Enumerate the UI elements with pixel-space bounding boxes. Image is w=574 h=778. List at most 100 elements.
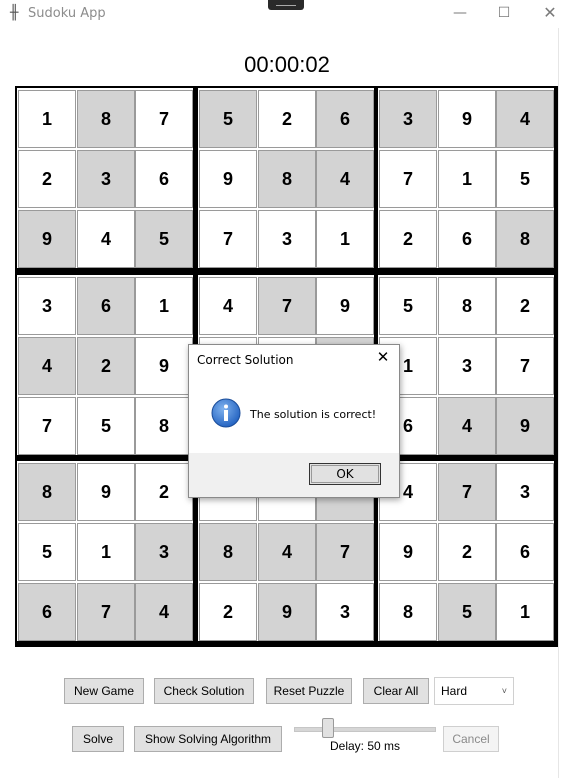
title-bar[interactable]: ╫ Sudoku App — ☐ ✕ — [0, 0, 574, 28]
sudoku-cell[interactable]: 9 — [135, 337, 193, 395]
sudoku-cell[interactable]: 7 — [18, 397, 76, 455]
sudoku-cell[interactable]: 2 — [199, 583, 257, 641]
sudoku-cell[interactable]: 2 — [496, 277, 554, 335]
sudoku-cell[interactable]: 2 — [135, 463, 193, 521]
show-solving-algorithm-button[interactable]: Show Solving Algorithm — [134, 726, 282, 752]
sudoku-cell[interactable]: 6 — [18, 583, 76, 641]
sudoku-cell[interactable]: 9 — [18, 210, 76, 268]
cancel-button[interactable]: Cancel — [443, 726, 499, 752]
sudoku-cell[interactable]: 1 — [316, 210, 374, 268]
solve-button[interactable]: Solve — [72, 726, 124, 752]
sudoku-cell[interactable]: 4 — [316, 150, 374, 208]
sudoku-cell[interactable]: 4 — [77, 210, 135, 268]
drag-handle-icon[interactable] — [268, 0, 304, 10]
sudoku-block: 361 429 758 — [15, 273, 195, 457]
sudoku-cell[interactable]: 1 — [135, 277, 193, 335]
sudoku-cell[interactable]: 5 — [438, 583, 496, 641]
sudoku-cell[interactable]: 8 — [379, 583, 437, 641]
sudoku-block: 582137649 — [376, 273, 556, 457]
sudoku-cell[interactable]: 1 — [438, 150, 496, 208]
sudoku-cell[interactable]: 7 — [496, 337, 554, 395]
sudoku-cell[interactable]: 9 — [199, 150, 257, 208]
sudoku-cell[interactable]: 4 — [135, 583, 193, 641]
sudoku-cell[interactable]: 1 — [18, 90, 76, 148]
sudoku-cell[interactable]: 7 — [77, 583, 135, 641]
sudoku-cell[interactable]: 3 — [258, 210, 316, 268]
delay-label: Delay: 50 ms — [330, 739, 401, 753]
sudoku-cell[interactable]: 8 — [135, 397, 193, 455]
sudoku-cell[interactable]: 6 — [438, 210, 496, 268]
minimize-button[interactable]: — — [440, 2, 480, 24]
sudoku-cell[interactable]: 5 — [199, 90, 257, 148]
sudoku-cell[interactable]: 8 — [18, 463, 76, 521]
sudoku-cell[interactable]: 4 — [438, 397, 496, 455]
sudoku-block: 892 513 674 — [15, 459, 195, 643]
sudoku-cell[interactable]: 8 — [77, 90, 135, 148]
maximize-button[interactable]: ☐ — [484, 2, 524, 24]
sudoku-cell[interactable]: 7 — [316, 523, 374, 581]
sudoku-cell[interactable]: 3 — [77, 150, 135, 208]
window-edge — [558, 28, 559, 778]
reset-puzzle-button[interactable]: Reset Puzzle — [266, 678, 352, 704]
sudoku-cell[interactable]: 6 — [496, 523, 554, 581]
sudoku-cell[interactable]: 7 — [199, 210, 257, 268]
sudoku-cell[interactable]: 9 — [379, 523, 437, 581]
sudoku-cell[interactable]: 8 — [258, 150, 316, 208]
sudoku-cell[interactable]: 3 — [135, 523, 193, 581]
sudoku-block: 394 715 268 — [376, 86, 556, 270]
sudoku-cell[interactable]: 2 — [18, 150, 76, 208]
dialog-message: The solution is correct! — [250, 408, 377, 421]
difficulty-value: Hard — [441, 684, 468, 698]
sudoku-cell[interactable]: 4 — [496, 90, 554, 148]
sudoku-cell[interactable]: 9 — [77, 463, 135, 521]
sudoku-cell[interactable]: 9 — [496, 397, 554, 455]
ok-button[interactable]: OK — [309, 463, 381, 485]
clear-all-button[interactable]: Clear All — [363, 678, 429, 704]
sudoku-cell[interactable]: 2 — [258, 90, 316, 148]
window-title: Sudoku App — [28, 6, 106, 21]
sudoku-cell[interactable]: 8 — [496, 210, 554, 268]
difficulty-select[interactable]: Hard ˅ — [434, 677, 514, 705]
dialog-title: Correct Solution — [197, 353, 294, 367]
delay-slider-track[interactable] — [294, 727, 436, 732]
sudoku-cell[interactable]: 2 — [438, 523, 496, 581]
sudoku-cell[interactable]: 6 — [77, 277, 135, 335]
chevron-down-icon: ˅ — [501, 686, 507, 696]
sudoku-cell[interactable]: 1 — [496, 583, 554, 641]
sudoku-cell[interactable]: 7 — [379, 150, 437, 208]
sudoku-cell[interactable]: 3 — [316, 583, 374, 641]
sudoku-cell[interactable]: 3 — [379, 90, 437, 148]
sudoku-cell[interactable]: 5 — [496, 150, 554, 208]
sudoku-cell[interactable]: 3 — [18, 277, 76, 335]
sudoku-cell[interactable]: 7 — [438, 463, 496, 521]
sudoku-cell[interactable]: 9 — [438, 90, 496, 148]
sudoku-cell[interactable]: 3 — [438, 337, 496, 395]
sudoku-cell[interactable]: 6 — [135, 150, 193, 208]
sudoku-cell[interactable]: 6 — [316, 90, 374, 148]
sudoku-cell[interactable]: 3 — [496, 463, 554, 521]
sudoku-cell[interactable]: 2 — [379, 210, 437, 268]
sudoku-cell[interactable]: 5 — [379, 277, 437, 335]
sudoku-cell[interactable]: 5 — [77, 397, 135, 455]
delay-slider-thumb[interactable] — [322, 718, 334, 738]
sudoku-cell[interactable]: 7 — [135, 90, 193, 148]
timer-display: 00:00:02 — [244, 52, 330, 77]
sudoku-cell[interactable]: 5 — [18, 523, 76, 581]
dialog-close-icon[interactable]: ✕ — [375, 349, 391, 365]
close-button[interactable]: ✕ — [530, 2, 570, 24]
sudoku-cell[interactable]: 9 — [258, 583, 316, 641]
new-game-button[interactable]: New Game — [64, 678, 144, 704]
sudoku-cell[interactable]: 2 — [77, 337, 135, 395]
sudoku-block: 473926851 — [376, 459, 556, 643]
sudoku-cell[interactable]: 8 — [438, 277, 496, 335]
sudoku-cell[interactable]: 4 — [199, 277, 257, 335]
sudoku-cell[interactable]: 5 — [135, 210, 193, 268]
sudoku-cell[interactable]: 7 — [258, 277, 316, 335]
sudoku-cell[interactable]: 4 — [18, 337, 76, 395]
sudoku-cell[interactable]: 8 — [199, 523, 257, 581]
check-solution-button[interactable]: Check Solution — [154, 678, 254, 704]
sudoku-cell[interactable]: 1 — [77, 523, 135, 581]
sudoku-cell[interactable]: 9 — [316, 277, 374, 335]
info-icon — [211, 398, 241, 428]
sudoku-cell[interactable]: 4 — [258, 523, 316, 581]
